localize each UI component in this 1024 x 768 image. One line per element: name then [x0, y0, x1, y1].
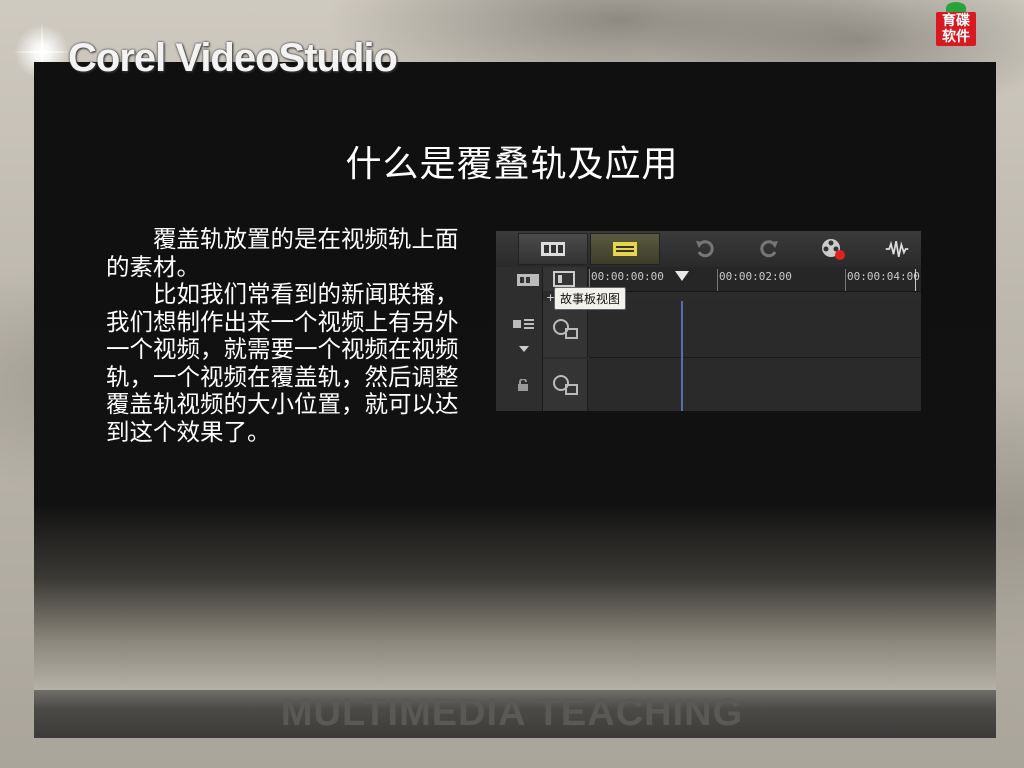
storyboard-tooltip: 故事板视图 [554, 287, 627, 310]
ruler-end-marker [915, 269, 916, 291]
track-list-icon[interactable] [516, 273, 540, 287]
timeline-view-button[interactable] [590, 233, 660, 265]
editor-screenshot: 00:00:00:00 00:00:02:00 00:00:04:00 + 故事… [495, 230, 922, 412]
video-track-icon [553, 319, 578, 339]
ruler-time-2: 00:00:04:00 [847, 270, 920, 283]
editor-toolbar [496, 231, 921, 268]
chevron-down-icon[interactable] [518, 345, 530, 353]
logo-line-2: 软件 [942, 29, 970, 45]
video-track-area[interactable] [589, 301, 921, 358]
ruler-tick [717, 269, 718, 291]
timeline-ruler[interactable]: 00:00:00:00 00:00:02:00 00:00:04:00 [589, 267, 921, 292]
storyboard-view-button[interactable] [518, 233, 588, 265]
storyboard-view-icon [553, 271, 575, 287]
undo-icon[interactable] [692, 237, 718, 261]
paragraph-1: 覆盖轨放置的是在视频轨上面的素材。 [106, 225, 459, 281]
audio-wave-icon[interactable] [884, 237, 910, 261]
playhead-handle[interactable] [675, 271, 689, 281]
timeline-icon [613, 242, 637, 256]
logo-line-1: 育碟 [942, 13, 970, 29]
lock-icon[interactable] [516, 379, 530, 391]
overlay-track-area[interactable] [589, 359, 921, 411]
overlay-track-header[interactable] [543, 359, 588, 411]
ruler-time-0: 00:00:00:00 [591, 270, 664, 283]
playhead-line[interactable] [681, 301, 683, 411]
track-settings-icon[interactable] [512, 317, 536, 331]
track-manager-column [496, 267, 543, 411]
film-strip-icon [541, 242, 565, 256]
ruler-tick [845, 269, 846, 291]
overlay-track-icon [553, 375, 578, 395]
redo-icon[interactable] [756, 237, 782, 261]
footer-text: MULTIMEDIA TEACHING [280, 692, 744, 734]
paragraph-2: 比如我们常看到的新闻联播，我们想制作出来一个视频上有另外一个视频，就需要一个视频… [106, 280, 459, 446]
ruler-time-1: 00:00:02:00 [719, 270, 792, 283]
record-capture-icon[interactable] [820, 237, 846, 261]
app-title: Corel VideoStudio [68, 36, 398, 80]
publisher-logo: 育碟 软件 [936, 12, 976, 46]
slide-title: 什么是覆叠轨及应用 [345, 144, 679, 185]
body-text: 覆盖轨放置的是在视频轨上面的素材。 比如我们常看到的新闻联播，我们想制作出来一个… [106, 225, 478, 446]
